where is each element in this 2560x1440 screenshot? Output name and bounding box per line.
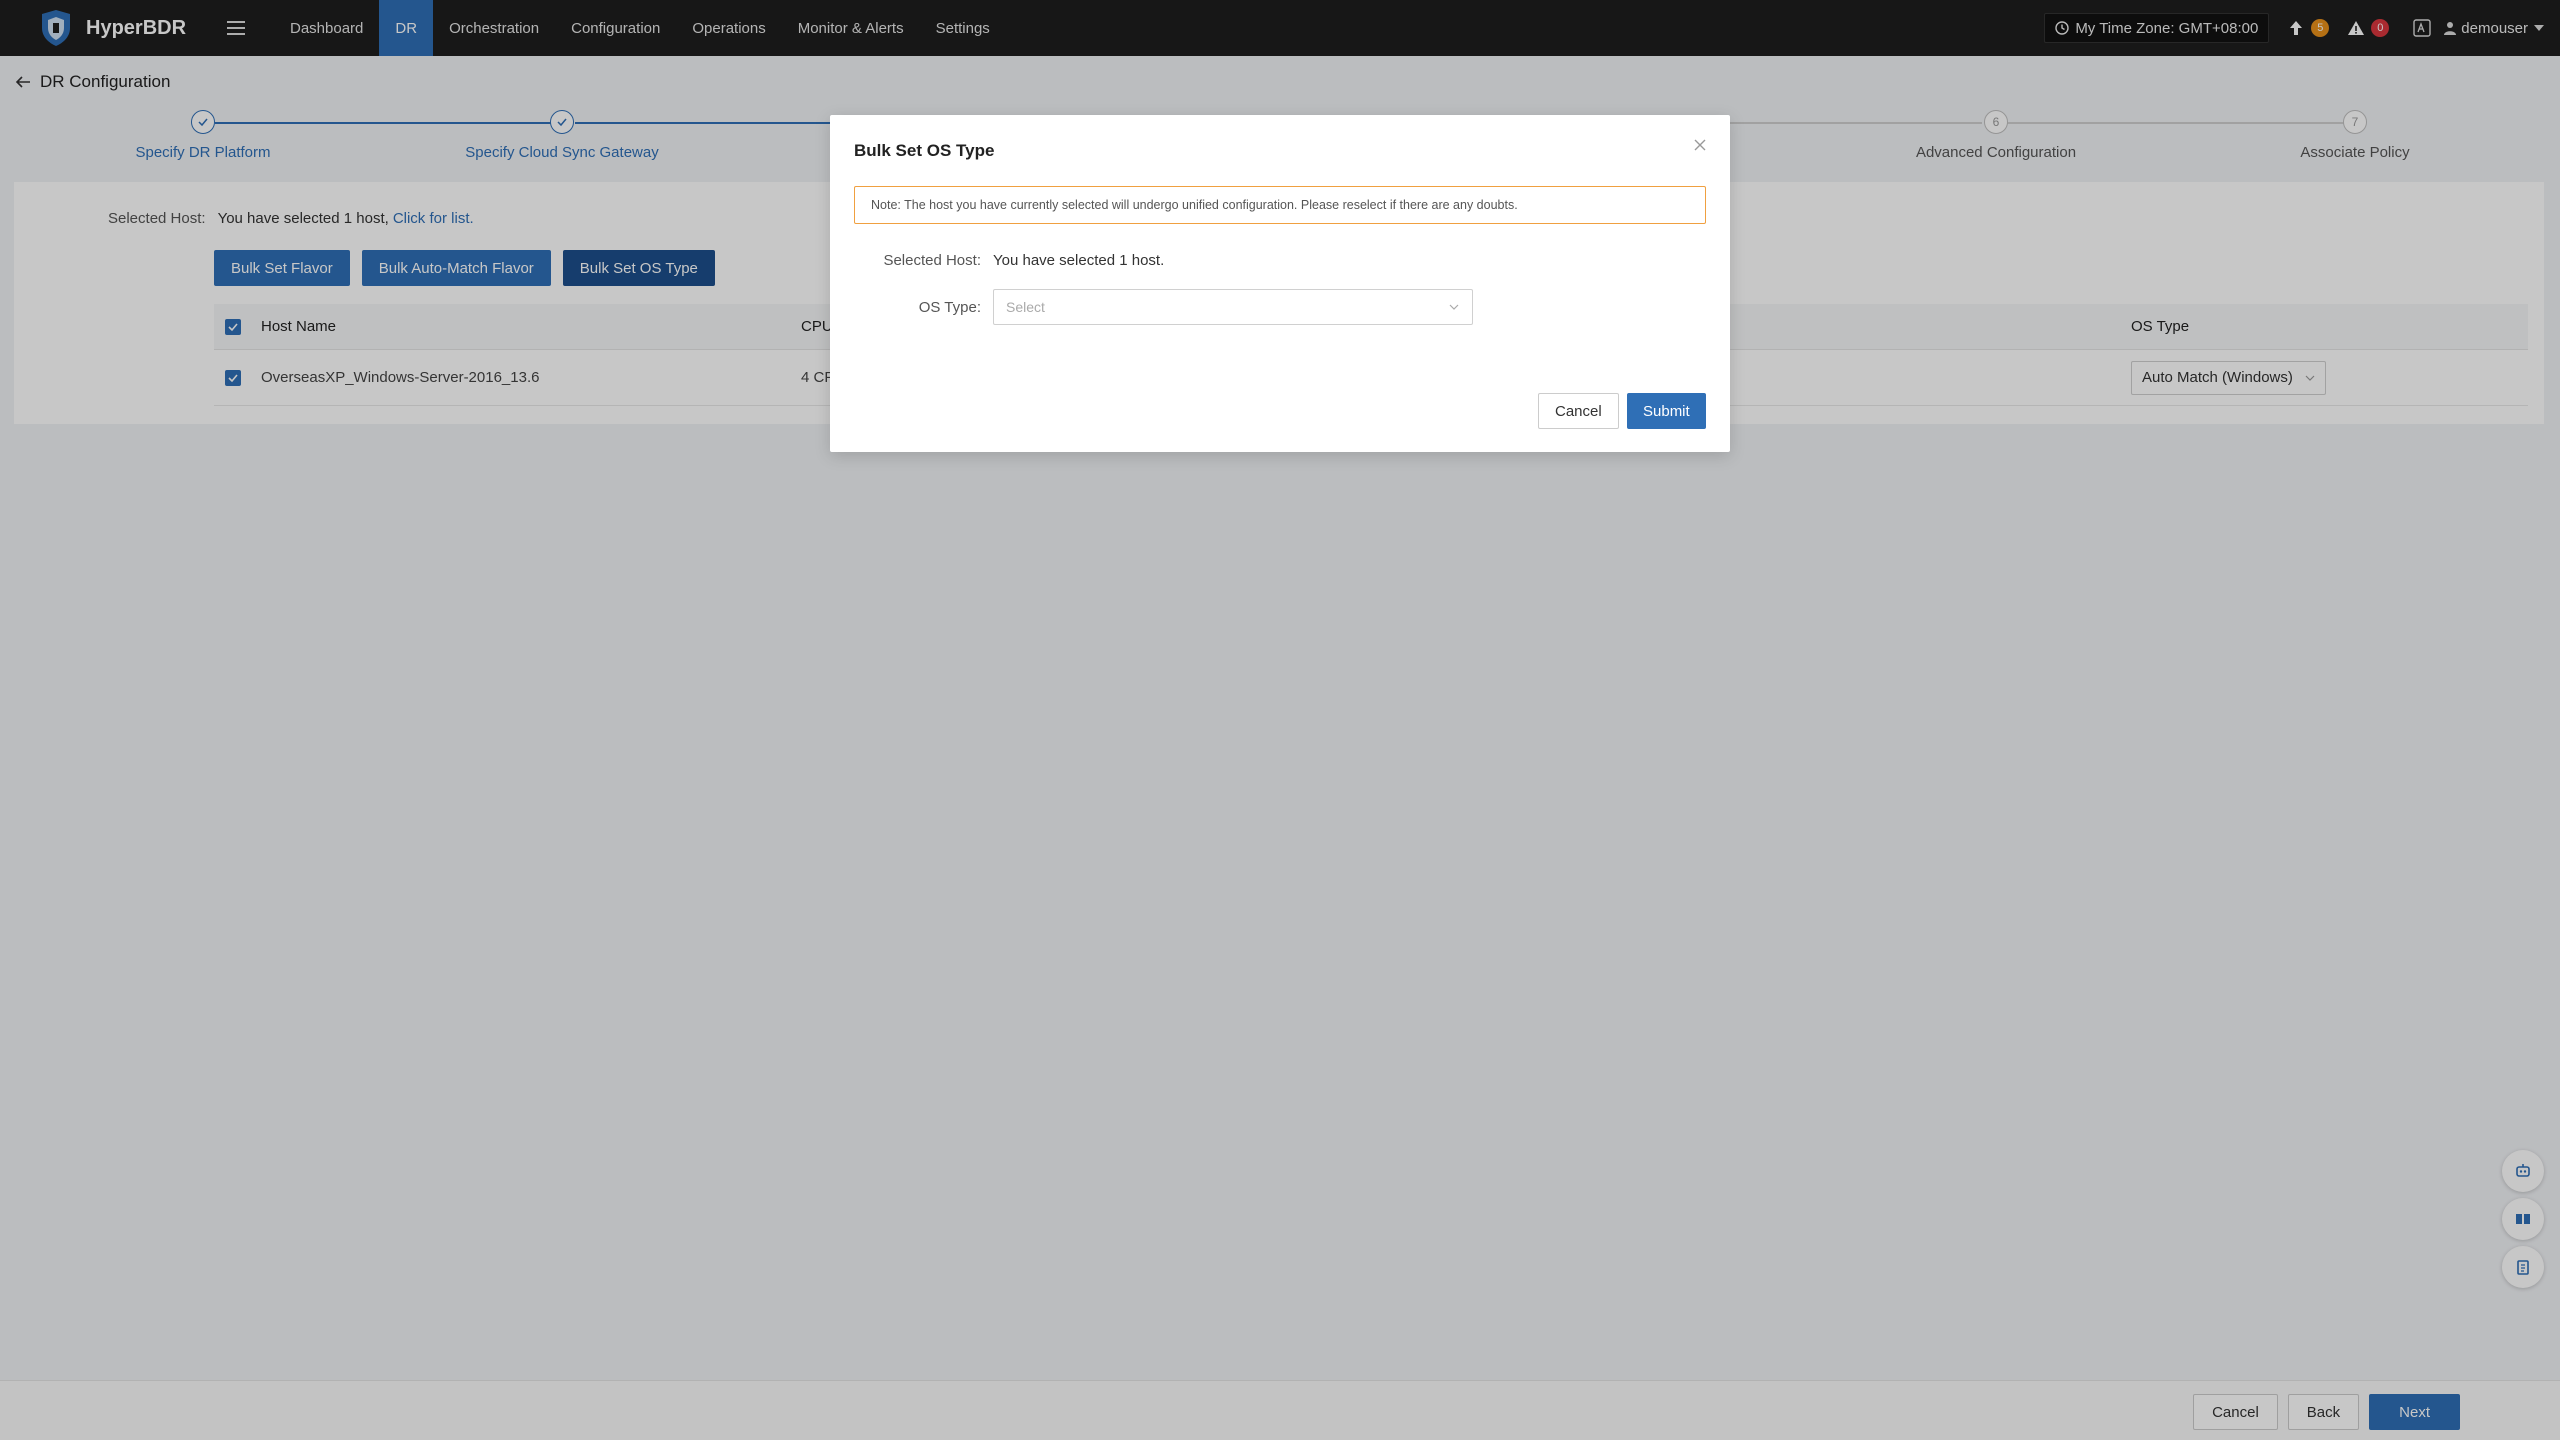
os-type-label: OS Type:	[918, 298, 981, 316]
os-type-dropdown[interactable]	[993, 289, 1473, 325]
dialog-title: Bulk Set OS Type	[854, 141, 995, 160]
selected-host-label: Selected Host:	[883, 252, 981, 269]
bulk-set-os-type-dialog: Bulk Set OS Type Note: The host you have…	[830, 115, 1730, 452]
selected-host-value: You have selected 1 host.	[993, 252, 1165, 269]
os-type-field: OS Type:	[830, 289, 1473, 325]
close-icon[interactable]	[1692, 137, 1708, 153]
selected-host-field: Selected Host: You have selected 1 host.	[830, 252, 1164, 269]
dialog-submit-button[interactable]: Submit	[1627, 393, 1706, 429]
os-type-input[interactable]	[1006, 299, 1426, 315]
chevron-down-icon	[1449, 304, 1459, 310]
warning-note: Note: The host you have currently select…	[854, 186, 1706, 224]
dialog-cancel-button[interactable]: Cancel	[1538, 393, 1619, 429]
